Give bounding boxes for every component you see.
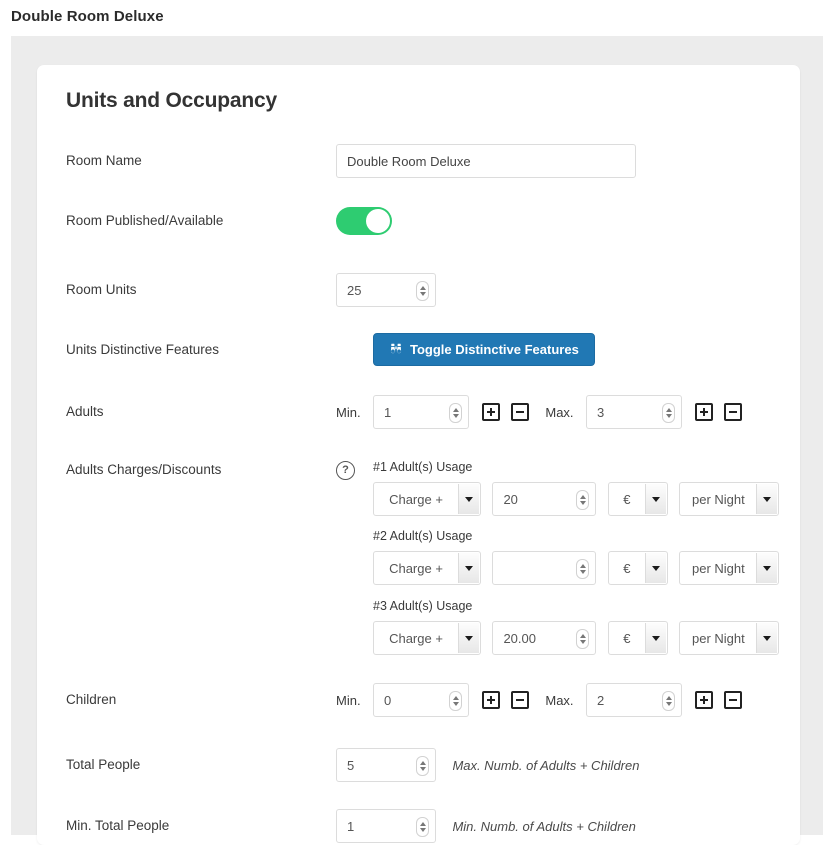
adults-charge-amount-stepper-2[interactable] [576, 559, 590, 579]
distinctive-features-control: Toggle Distinctive Features [373, 333, 595, 366]
chevron-down-icon [756, 484, 778, 514]
children-min-stepper[interactable] [449, 691, 463, 711]
total-people-control: Max. Numb. of Adults + Children [336, 748, 639, 782]
total-people-numwrap [336, 748, 436, 782]
children-min-decrease-button[interactable] [510, 691, 529, 709]
adults-charge-row-2: #2 Adult(s) Usage [373, 529, 472, 543]
adults-charge-amount-stepper-3[interactable] [576, 629, 590, 649]
chevron-down-icon [644, 553, 666, 583]
page-title: Double Room Deluxe [11, 8, 164, 25]
adults-charge-currency-select-3[interactable]: € [607, 621, 668, 655]
room-units-stepper[interactable] [416, 281, 429, 301]
chevron-down-icon [458, 553, 479, 583]
adults-charge-currency-select-2[interactable]: € [607, 551, 668, 585]
adults-max-stepper[interactable] [662, 403, 675, 423]
adults-charge-type-value-2: Charge + [389, 560, 443, 576]
adults-max-numwrap [586, 395, 682, 429]
min-total-people-numwrap [336, 809, 436, 843]
children-label: Children [66, 692, 117, 707]
adults-max-decrease-button[interactable] [723, 403, 742, 421]
adults-charges-label: Adults Charges/Discounts [66, 462, 222, 477]
help-icon[interactable]: ? [336, 461, 355, 480]
adults-label: Adults [66, 404, 104, 419]
adults-charge-type-value-3: Charge + [389, 630, 443, 646]
children-max-label: Max. [545, 692, 574, 708]
adults-charge-amount-stepper-1[interactable] [576, 490, 590, 510]
adults-min-stepper[interactable] [449, 403, 463, 423]
chevron-down-icon [644, 484, 666, 514]
adults-charge-period-value-3: per Night [691, 630, 745, 646]
children-max-numwrap [586, 683, 682, 717]
room-name-label: Room Name [66, 153, 142, 168]
adults-charge-type-select-3[interactable]: Charge + [373, 621, 481, 655]
adults-charge-usage-label-3: #3 Adult(s) Usage [373, 599, 473, 613]
adults-min-increase-button[interactable] [482, 403, 501, 421]
adults-charge-usage-label-1: #1 Adult(s) Usage [373, 460, 473, 474]
adults-charge-amount-numwrap-1 [492, 482, 597, 516]
adults-charge-currency-value-3: € [623, 630, 631, 646]
room-published-label: Room Published/Available [66, 213, 224, 228]
adults-charge-currency-select-1[interactable]: € [607, 482, 668, 516]
min-total-people-label: Min. Total People [66, 818, 170, 833]
card-title: Units and Occupancy [66, 89, 277, 112]
adults-charge-controls-2: Charge + € per Night [373, 551, 786, 585]
adults-min-label: Min. [336, 404, 361, 420]
min-total-people-control: Min. Numb. of Adults + Children [336, 809, 636, 843]
adults-charge-row-3: #3 Adult(s) Usage [373, 599, 472, 613]
min-total-people-stepper[interactable] [416, 817, 429, 837]
toggle-distinctive-features-button[interactable]: Toggle Distinctive Features [373, 333, 595, 366]
adults-max-increase-button[interactable] [695, 403, 714, 421]
toggle-knob [366, 209, 390, 233]
chevron-down-icon [644, 623, 666, 653]
children-min-label: Min. [336, 692, 361, 708]
children-max-decrease-button[interactable] [723, 691, 742, 709]
children-min-numwrap [373, 683, 470, 717]
adults-charge-type-value-1: Charge + [389, 491, 443, 507]
children-max-increase-button[interactable] [695, 691, 714, 709]
min-total-people-hint: Min. Numb. of Adults + Children [452, 818, 636, 834]
adults-charge-amount-numwrap-2 [492, 551, 597, 585]
children-min-increase-button[interactable] [482, 691, 501, 709]
chevron-down-icon [756, 553, 778, 583]
room-units-control [336, 273, 436, 307]
room-published-toggle[interactable] [336, 207, 392, 235]
children-control: Min. Max. [336, 683, 742, 717]
chevron-down-icon [458, 623, 479, 653]
adults-charge-period-value-1: per Night [691, 491, 745, 507]
units-and-occupancy-card: Units and Occupancy Room Name Room Publi… [37, 65, 800, 845]
adults-charge-amount-numwrap-3 [492, 621, 597, 655]
topbar: Double Room Deluxe [0, 0, 823, 36]
chevron-down-icon [756, 623, 778, 653]
chevron-down-icon [458, 484, 479, 514]
adults-charge-type-select-2[interactable]: Charge + [373, 551, 481, 585]
adults-charge-period-value-2: per Night [691, 560, 745, 576]
distinctive-features-label: Units Distinctive Features [66, 342, 220, 357]
adults-min-numwrap [373, 395, 470, 429]
adults-charge-controls-1: Charge + € per Night [373, 482, 786, 516]
room-units-numwrap [336, 273, 436, 307]
adults-charge-currency-value-2: € [623, 560, 631, 576]
toggle-distinctive-features-label: Toggle Distinctive Features [410, 342, 579, 357]
children-max-stepper[interactable] [662, 691, 675, 711]
adults-charge-period-select-2[interactable]: per Night [679, 551, 780, 585]
adults-control: Min. Max. [336, 395, 742, 429]
total-people-hint: Max. Numb. of Adults + Children [452, 757, 640, 773]
binoculars-icon [389, 343, 403, 356]
adults-charge-usage-label-2: #2 Adult(s) Usage [373, 529, 473, 543]
adults-charge-controls-3: Charge + € per Night [373, 621, 786, 655]
adults-charge-row-1: #1 Adult(s) Usage [373, 460, 472, 474]
adults-charge-type-select-1[interactable]: Charge + [373, 482, 481, 516]
room-units-label: Room Units [66, 282, 137, 297]
room-name-input[interactable] [336, 144, 636, 178]
room-published-control [336, 207, 392, 235]
total-people-stepper[interactable] [416, 756, 429, 776]
adults-min-decrease-button[interactable] [510, 403, 529, 421]
page-root: Double Room Deluxe Units and Occupancy R… [0, 0, 823, 845]
total-people-label: Total People [66, 757, 141, 772]
adults-charge-period-select-1[interactable]: per Night [679, 482, 780, 516]
adults-max-label: Max. [545, 404, 574, 420]
adults-charge-period-select-3[interactable]: per Night [679, 621, 780, 655]
adults-charge-currency-value-1: € [623, 491, 631, 507]
room-name-control [336, 144, 636, 178]
